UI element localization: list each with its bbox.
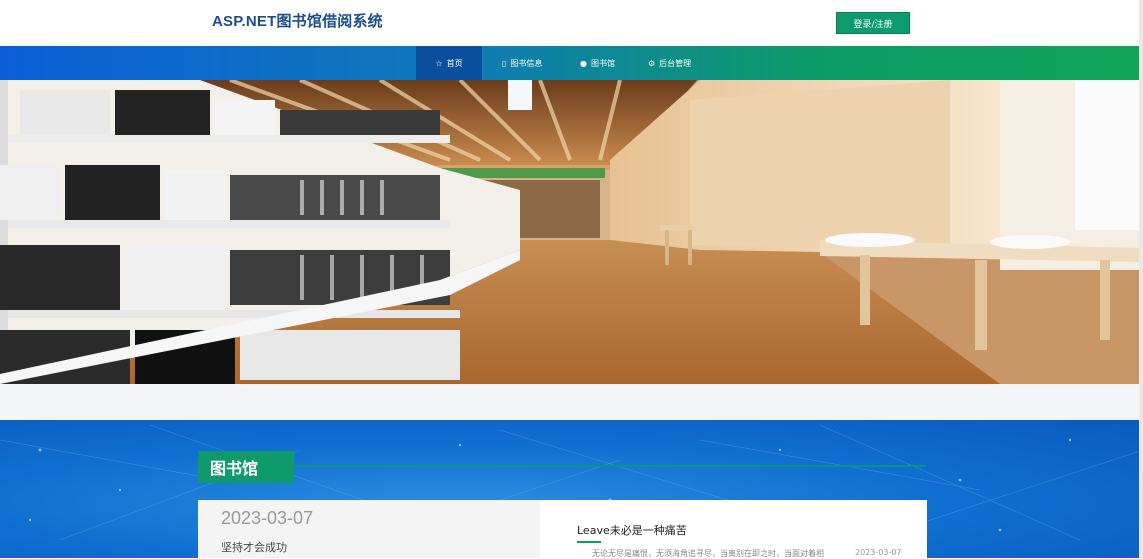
info-icon: ● bbox=[580, 58, 587, 68]
news-date: 2023-03-07 bbox=[855, 548, 902, 557]
news-title[interactable]: Leave未必是一种痛苦 bbox=[577, 522, 687, 538]
news-title-underline bbox=[577, 541, 601, 543]
nav-item-admin[interactable]: ⚙ 后台管理 bbox=[636, 46, 703, 80]
main-nav: ☆ 首页 ▯ 图书信息 ● 图书馆 ⚙ 后台管理 bbox=[0, 46, 1143, 80]
nav-item-library[interactable]: ● 图书馆 bbox=[568, 46, 627, 80]
nav-item-label: 首页 bbox=[446, 58, 463, 68]
gear-icon: ⚙ bbox=[648, 58, 656, 68]
site-title[interactable]: ASP.NET图书馆借阅系统 bbox=[212, 10, 383, 31]
home-icon: ☆ bbox=[435, 58, 443, 68]
section-title-library: 图书馆 bbox=[198, 451, 294, 483]
section-spacer bbox=[0, 384, 1143, 420]
page-scrollbar[interactable] bbox=[1139, 0, 1143, 558]
top-header: ASP.NET图书馆借阅系统 登录/注册 bbox=[0, 0, 1143, 46]
section-divider bbox=[294, 465, 926, 467]
hero-banner-carousel[interactable] bbox=[0, 80, 1143, 384]
nav-item-label: 后台管理 bbox=[659, 58, 692, 68]
book-icon: ▯ bbox=[502, 58, 507, 68]
nav-item-home[interactable]: ☆ 首页 bbox=[416, 46, 482, 80]
card-subtitle[interactable]: 坚持才会成功 bbox=[221, 539, 287, 555]
card-date: 2023-03-07 bbox=[221, 508, 314, 528]
nav-item-label: 图书馆 bbox=[590, 58, 615, 68]
library-interior-image bbox=[0, 80, 1143, 384]
nav-item-label: 图书信息 bbox=[510, 58, 543, 68]
nav-item-book-info[interactable]: ▯ 图书信息 bbox=[490, 46, 554, 80]
news-excerpt: 无论无尽是痛恨，无须海角追寻尽，当离别在即之时，当面对着相 bbox=[592, 549, 824, 558]
login-register-button[interactable]: 登录/注册 bbox=[836, 12, 910, 34]
